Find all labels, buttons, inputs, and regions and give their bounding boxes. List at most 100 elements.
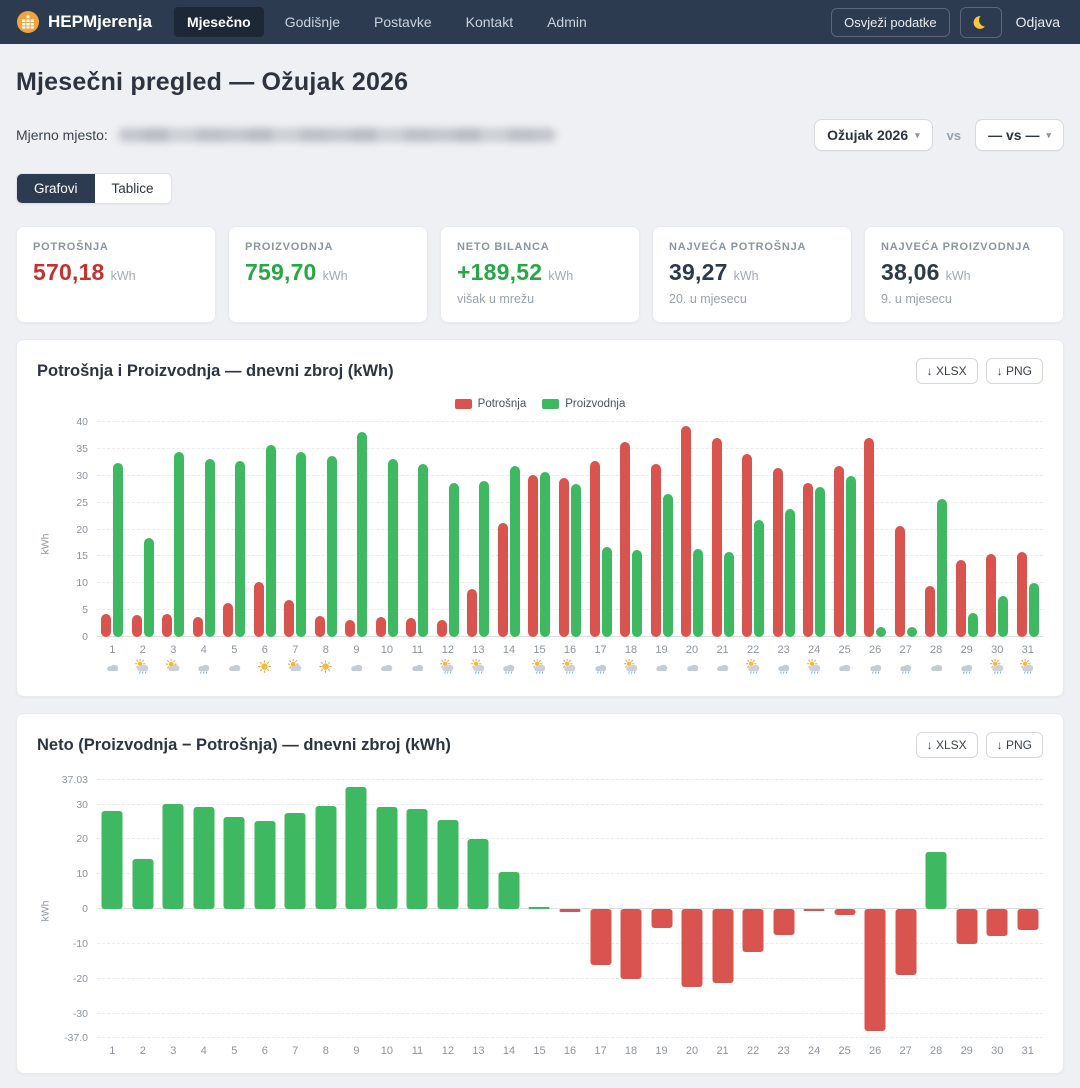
x-tick-label: 4: [201, 1045, 207, 1057]
weather-rain-icon: [501, 659, 516, 675]
weather-icon-wrap: [501, 659, 516, 680]
stat-card-unit: kWh: [548, 269, 573, 283]
nav-item-godišnje[interactable]: Godišnje: [272, 7, 353, 37]
solar-panel-logo-icon: [16, 10, 40, 34]
bar-proizvodnja: [602, 547, 612, 637]
tab-grafovi[interactable]: Grafovi: [17, 174, 95, 203]
x-tick-label: 12: [442, 644, 454, 656]
compare-select[interactable]: — vs — ▾: [975, 119, 1064, 151]
bar-group-day-18: [616, 422, 647, 637]
bar-group-day-19: [646, 422, 677, 637]
refresh-data-button[interactable]: Osvježi podatke: [831, 8, 950, 37]
x-tick-label: 14: [503, 1045, 515, 1057]
weather-icon-wrap: [349, 659, 364, 680]
bar-proizvodnja: [235, 461, 245, 637]
stat-card-label: NAJVEĆA POTROŠNJA: [669, 241, 835, 253]
chart2-xlsx-button[interactable]: ↓ XLSX: [916, 732, 978, 758]
bar-net-day-12: [437, 820, 458, 909]
x-col-day-14: 14: [494, 644, 525, 680]
x-col-day-4: 4: [189, 644, 220, 680]
x-col-day-16: 16: [555, 644, 586, 680]
x-col-day-28: 28: [921, 1045, 952, 1057]
stat-card-value: +189,52: [457, 259, 542, 286]
x-col-day-25: 25: [829, 644, 860, 680]
weather-icon-wrap: [440, 659, 455, 680]
x-tick-label: 1: [109, 1045, 115, 1057]
x-tick-label: 13: [472, 644, 484, 656]
bar-net-day-6: [254, 821, 275, 909]
weather-rain-icon: [593, 659, 608, 675]
bars-row: [97, 422, 1043, 637]
x-col-day-16: 16: [555, 1045, 586, 1057]
theme-toggle-button[interactable]: [960, 7, 1002, 38]
y-tick-label: -30: [73, 1008, 88, 1020]
bar-net-day-17: [590, 909, 611, 965]
brand: HEPMjerenja: [16, 10, 152, 34]
weather-icon-wrap: [166, 659, 181, 680]
weather-cloud-icon: [410, 659, 425, 675]
stat-value-row: 38,06kWh: [881, 259, 1047, 286]
net-col-day-30: [982, 780, 1013, 1038]
bar-potrošnja: [254, 582, 264, 637]
legend-item-proizvodnja: Proizvodnja: [542, 398, 625, 410]
bar-potrošnja: [467, 589, 477, 637]
month-select[interactable]: Ožujak 2026 ▾: [814, 119, 932, 151]
x-col-day-13: 13: [463, 644, 494, 680]
bar-potrošnja: [590, 461, 600, 637]
net-col-day-9: [341, 780, 372, 1038]
x-tick-label: 17: [594, 1045, 606, 1057]
net-col-day-26: [860, 780, 891, 1038]
legend-item-potrošnja: Potrošnja: [455, 398, 527, 410]
bar-group-day-8: [311, 422, 342, 637]
x-tick-label: 19: [655, 1045, 667, 1057]
logout-link[interactable]: Odjava: [1012, 8, 1064, 36]
nav-item-mjesečno[interactable]: Mjesečno: [174, 7, 264, 37]
x-tick-label: 16: [564, 644, 576, 656]
x-col-day-3: 3: [158, 1045, 189, 1057]
chart1-title: Potrošnja i Proizvodnja — dnevni zbroj (…: [37, 362, 394, 381]
weather-icon-wrap: [807, 659, 822, 680]
bar-group-day-28: [921, 422, 952, 637]
bar-group-day-15: [524, 422, 555, 637]
bar-proizvodnja: [388, 459, 398, 637]
bar-potrošnja: [712, 438, 722, 637]
weather-sun-rain-icon: [471, 659, 486, 675]
x-col-day-22: 22: [738, 1045, 769, 1057]
bar-potrošnja: [651, 464, 661, 637]
chart2-png-button[interactable]: ↓ PNG: [986, 732, 1043, 758]
net-col-day-3: [158, 780, 189, 1038]
stat-value-row: 759,70kWh: [245, 259, 411, 286]
bar-potrošnja: [620, 442, 630, 637]
x-col-day-15: 15: [524, 1045, 555, 1057]
chevron-down-icon: ▾: [1046, 130, 1051, 141]
stat-value-row: 39,27kWh: [669, 259, 835, 286]
weather-cloud-icon: [227, 659, 242, 675]
stat-card-subtext: 20. u mjesecu: [669, 292, 835, 306]
bar-potrošnja: [895, 526, 905, 637]
x-tick-label: 28: [930, 1045, 942, 1057]
main-content: Mjesečni pregled — Ožujak 2026 Mjerno mj…: [0, 68, 1080, 1088]
weather-rain-icon: [898, 659, 913, 675]
chart1-xlsx-button[interactable]: ↓ XLSX: [916, 358, 978, 384]
x-col-day-24: 24: [799, 1045, 830, 1057]
nav-item-postavke[interactable]: Postavke: [361, 7, 445, 37]
moon-icon: [973, 14, 989, 31]
weather-rain-icon: [959, 659, 974, 675]
chart2-header: Neto (Proizvodnja − Potrošnja) — dnevni …: [37, 732, 1043, 758]
nav-item-kontakt[interactable]: Kontakt: [453, 7, 526, 37]
tab-tablice[interactable]: Tablice: [95, 174, 171, 203]
compare-select-value: — vs —: [988, 127, 1039, 143]
bar-proizvodnja: [754, 520, 764, 637]
bar-potrošnja: [1017, 552, 1027, 637]
x-col-day-8: 8: [311, 644, 342, 680]
bar-proizvodnja: [479, 481, 489, 637]
bar-potrošnja: [834, 466, 844, 637]
x-col-day-26: 26: [860, 1045, 891, 1057]
main-nav: Mjesečno Godišnje Postavke Kontakt Admin: [174, 7, 809, 37]
view-tabs: GrafoviTablice: [16, 173, 172, 204]
weather-icon-wrap: [105, 659, 120, 680]
x-col-day-11: 11: [402, 644, 433, 680]
nav-item-admin[interactable]: Admin: [534, 7, 600, 37]
bar-net-day-19: [651, 909, 672, 928]
chart1-png-button[interactable]: ↓ PNG: [986, 358, 1043, 384]
